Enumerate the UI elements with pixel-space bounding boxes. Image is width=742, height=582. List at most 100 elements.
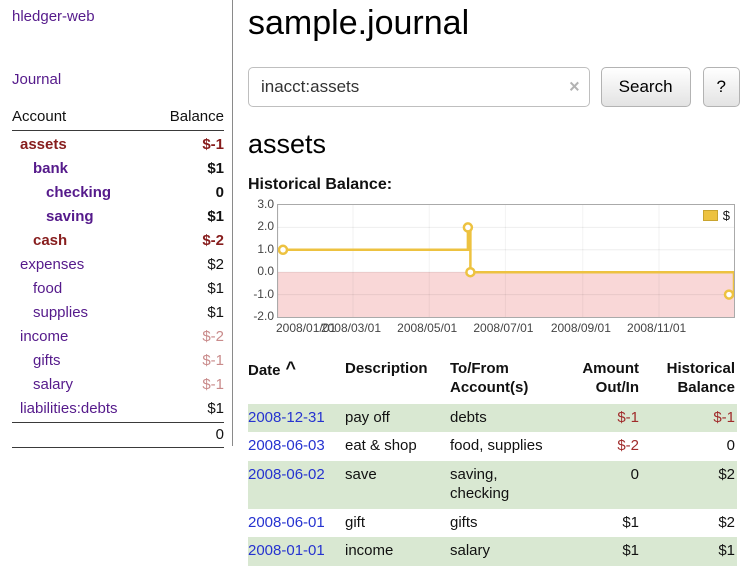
sidebar-account-row: supplies $1 xyxy=(12,301,224,325)
sidebar-account-row: gifts $-1 xyxy=(12,349,224,373)
x-axis-tick-label: 2008/11/01 xyxy=(627,321,686,335)
amount-cell: $-2 xyxy=(550,432,641,461)
sidebar-account-link[interactable]: salary xyxy=(12,373,73,397)
search-input[interactable] xyxy=(248,67,590,107)
accounts-cell: gifts xyxy=(450,509,550,538)
legend-label: $ xyxy=(723,208,730,223)
description-cell: pay off xyxy=(345,404,450,433)
sidebar-account-link[interactable]: bank xyxy=(12,157,68,181)
page-title: sample.journal xyxy=(248,4,740,43)
sidebar-account-row: cash $-2 xyxy=(12,229,224,253)
legend-swatch-icon xyxy=(703,210,718,221)
clear-search-icon[interactable]: × xyxy=(569,77,580,98)
sidebar-account-link[interactable]: gifts xyxy=(12,349,61,373)
date-link[interactable]: 2008-06-01 xyxy=(248,514,325,531)
date-cell: 2008-06-01 xyxy=(248,509,345,538)
sidebar-account-link[interactable]: saving xyxy=(12,205,94,229)
column-header-account[interactable]: To/From Account(s) xyxy=(450,358,550,404)
date-link[interactable]: 2008-01-01 xyxy=(248,542,325,559)
sidebar-account-link[interactable]: food xyxy=(12,277,62,301)
date-link[interactable]: 2008-06-02 xyxy=(248,466,325,483)
balance-cell: $2 xyxy=(641,461,737,509)
sidebar-account-link[interactable]: liabilities:debts xyxy=(12,397,118,421)
balance-cell: $1 xyxy=(641,537,737,566)
search-button[interactable]: Search xyxy=(601,67,691,107)
chart-canvas xyxy=(278,205,734,317)
account-balance: $1 xyxy=(207,277,224,301)
table-row: 2008-06-03eat & shopfood, supplies$-20 xyxy=(248,432,737,461)
accounts-header-balance: Balance xyxy=(170,108,224,125)
main-content: sample.journal × Search ? assets Histori… xyxy=(248,0,740,566)
x-axis-tick-label: 2008/09/01 xyxy=(551,321,611,335)
sidebar-account-link[interactable]: cash xyxy=(12,229,67,253)
description-cell: save xyxy=(345,461,450,509)
sort-ascending-icon: ^ xyxy=(286,359,297,377)
sidebar-account-row: income $-2 xyxy=(12,325,224,349)
column-header-amount[interactable]: Amount Out/In xyxy=(550,358,641,404)
sidebar-account-row: checking0 xyxy=(12,181,224,205)
date-cell: 2008-06-03 xyxy=(248,432,345,461)
accounts-cell: food, supplies xyxy=(450,432,550,461)
account-list: assets$-1bank$1checking0saving$1cash$-2e… xyxy=(12,133,224,421)
accounts-total-row: 0 xyxy=(12,422,224,448)
accounts-cell: saving, checking xyxy=(450,461,550,509)
sidebar-account-row: food $1 xyxy=(12,277,224,301)
y-axis-tick-label: 1.0 xyxy=(248,242,274,256)
table-row: 2008-12-31pay offdebts$-1$-1 xyxy=(248,404,737,433)
help-button[interactable]: ? xyxy=(703,67,740,107)
table-row: 2008-06-02savesaving, checking0$2 xyxy=(248,461,737,509)
x-axis-tick-label: 2008/05/01 xyxy=(397,321,457,335)
amount-cell: $1 xyxy=(550,509,641,538)
sidebar-account-row: salary $-1 xyxy=(12,373,224,397)
table-row: 2008-01-01incomesalary$1$1 xyxy=(248,537,737,566)
sidebar-account-link[interactable]: checking xyxy=(12,181,111,205)
search-box: × xyxy=(248,67,590,107)
column-header-date[interactable]: Date ^ xyxy=(248,358,345,404)
sidebar-item-journal[interactable]: Journal xyxy=(12,71,224,88)
amount-cell: $-1 xyxy=(550,404,641,433)
x-axis-tick-label: 2008/07/01 xyxy=(473,321,533,335)
date-link[interactable]: 2008-06-03 xyxy=(248,437,325,454)
column-header-date-label: Date xyxy=(248,362,281,379)
description-cell: income xyxy=(345,537,450,566)
sidebar-account-row: bank $1 xyxy=(12,157,224,181)
account-balance: $-2 xyxy=(202,229,224,253)
y-axis-tick-label: 0.0 xyxy=(248,264,274,278)
y-axis-tick-label: -2.0 xyxy=(248,309,274,323)
sidebar: hledger-web Journal Account Balance asse… xyxy=(0,0,233,446)
account-balance: $-1 xyxy=(202,373,224,397)
account-balance: $1 xyxy=(207,301,224,325)
app-title-link[interactable]: hledger-web xyxy=(12,8,224,25)
date-cell: 2008-06-02 xyxy=(248,461,345,509)
register-header-row: Date ^ Description To/From Account(s) Amo… xyxy=(248,358,737,404)
column-header-description[interactable]: Description xyxy=(345,358,450,404)
x-axis-tick-label: 2008/03/01 xyxy=(321,321,381,335)
account-balance: $-2 xyxy=(202,325,224,349)
account-balance: $2 xyxy=(207,253,224,277)
column-header-balance[interactable]: Historical Balance xyxy=(641,358,737,404)
account-balance: $-1 xyxy=(202,133,224,157)
sidebar-account-link[interactable]: assets xyxy=(12,133,67,157)
description-cell: eat & shop xyxy=(345,432,450,461)
account-section-title: assets xyxy=(248,129,740,160)
sidebar-account-row: liabilities:debts$1 xyxy=(12,397,224,421)
search-bar: × Search ? xyxy=(248,67,740,107)
account-balance: $-1 xyxy=(202,349,224,373)
accounts-total: 0 xyxy=(216,426,224,443)
balance-cell: $2 xyxy=(641,509,737,538)
amount-cell: $1 xyxy=(550,537,641,566)
sidebar-account-link[interactable]: supplies xyxy=(12,301,88,325)
sidebar-account-link[interactable]: income xyxy=(12,325,68,349)
balance-cell: $-1 xyxy=(641,404,737,433)
account-balance: $1 xyxy=(207,157,224,181)
sidebar-account-row: expenses $2 xyxy=(12,253,224,277)
y-axis-tick-label: 3.0 xyxy=(248,197,274,211)
date-cell: 2008-01-01 xyxy=(248,537,345,566)
chart-legend: $ xyxy=(703,208,730,223)
sidebar-account-row: saving$1 xyxy=(12,205,224,229)
accounts-cell: salary xyxy=(450,537,550,566)
sidebar-account-link[interactable]: expenses xyxy=(12,253,84,277)
chart-title: Historical Balance: xyxy=(248,176,740,194)
accounts-header: Account Balance xyxy=(12,108,224,131)
date-link[interactable]: 2008-12-31 xyxy=(248,409,325,426)
